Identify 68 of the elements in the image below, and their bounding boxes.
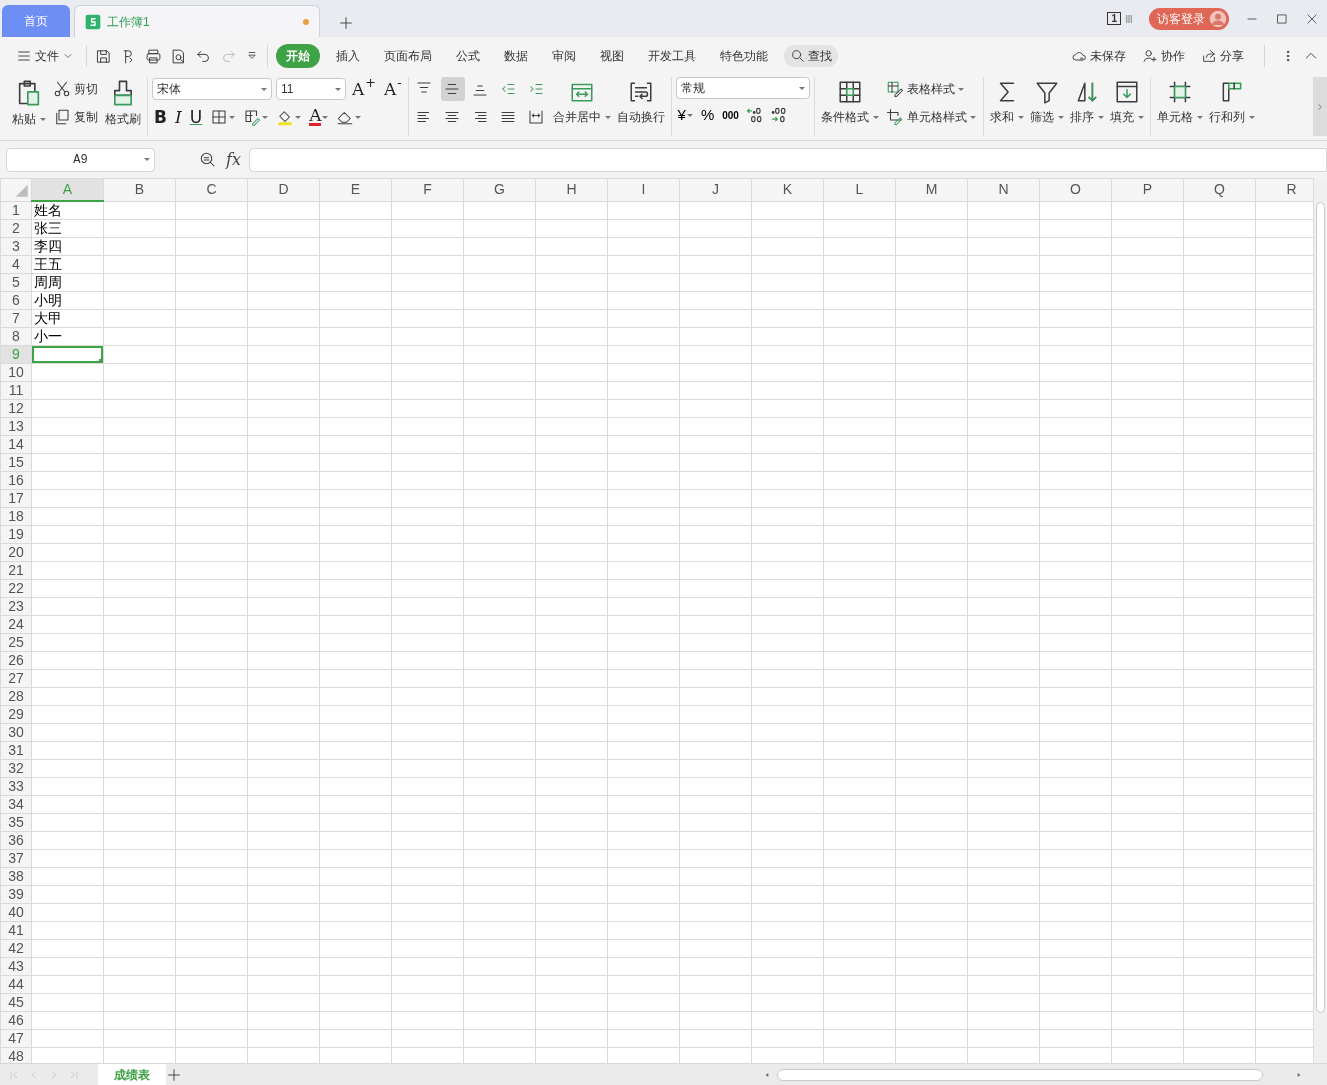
wrap-text-button[interactable]: 自动换行 — [614, 77, 667, 128]
grow-font-button[interactable]: A$^{+}$ — [350, 77, 378, 101]
search-button[interactable]: 查找 — [784, 45, 838, 67]
cell-button[interactable]: 单元格 — [1154, 77, 1205, 128]
sort-button[interactable]: 排序 — [1067, 77, 1106, 128]
number-format-field[interactable]: 常规 — [675, 77, 810, 99]
currency-button[interactable]: ¥ — [675, 103, 695, 127]
percent-button[interactable]: % — [698, 103, 717, 127]
underline-button[interactable]: U — [187, 105, 205, 129]
cell-text: 大甲 — [34, 310, 62, 326]
ribbon-tab[interactable]: 开发工具 — [640, 44, 704, 68]
cell-text: 小一 — [34, 328, 62, 344]
paste-button[interactable]: 粘贴 — [10, 77, 48, 130]
column-header[interactable]: D — [247, 178, 320, 201]
copy-button[interactable]: 复制 — [50, 105, 101, 129]
cell-style-button[interactable]: 单元格样式 — [882, 105, 979, 129]
column-header[interactable]: F — [391, 178, 464, 201]
font-field[interactable]: 宋体 — [152, 78, 272, 100]
format-painter-button[interactable]: 格式刷 — [103, 77, 143, 130]
column-header[interactable]: Q — [1183, 178, 1256, 201]
column-header[interactable]: J — [679, 178, 752, 201]
column-header[interactable]: E — [319, 178, 392, 201]
column-header[interactable]: I — [607, 178, 680, 201]
name-box[interactable]: A9 — [6, 147, 155, 172]
collaborate-button[interactable]: 协作 — [1138, 47, 1189, 65]
ribbon-tab[interactable]: 数据 — [496, 44, 536, 68]
conditional-format-button[interactable]: 条件格式 — [818, 77, 881, 128]
function-button[interactable]: fx — [226, 147, 241, 172]
column-header[interactable]: L — [823, 178, 896, 201]
cell-text: 王五 — [34, 256, 62, 272]
column-header[interactable]: N — [967, 178, 1040, 201]
ribbon-tab[interactable]: 页面布局 — [376, 44, 440, 68]
column-header[interactable]: B — [103, 178, 176, 201]
file-menu[interactable]: 文件 — [12, 47, 78, 65]
fill-button[interactable]: 填充 — [1107, 77, 1146, 128]
merge-center-button[interactable]: 合并居中 — [550, 77, 613, 128]
ribbon-tab[interactable]: 特色功能 — [712, 44, 776, 68]
table-style-button[interactable]: 表格样式 — [882, 77, 979, 101]
shrink-font-button[interactable]: A$^{-}$ — [381, 77, 404, 101]
column-header[interactable]: H — [535, 178, 608, 201]
cut-button[interactable]: 剪切 — [50, 77, 101, 101]
cell-text: 小明 — [34, 292, 62, 308]
window-count[interactable]: 1 — [1107, 12, 1121, 25]
rows-columns-button[interactable]: 行和列 — [1206, 77, 1257, 128]
save-status[interactable]: 未保存 — [1067, 47, 1130, 65]
cell-text: 李四 — [34, 238, 62, 254]
bold-button[interactable]: B — [152, 105, 169, 129]
column-header[interactable]: M — [895, 178, 968, 201]
column-header[interactable]: C — [175, 178, 248, 201]
ribbon-tab[interactable]: 视图 — [592, 44, 632, 68]
cell-text: 周周 — [34, 274, 62, 290]
cell-text: 张三 — [34, 220, 62, 236]
sum-button[interactable]: 求和 — [987, 77, 1026, 128]
ribbon-tab[interactable]: 审阅 — [544, 44, 584, 68]
column-header[interactable]: P — [1111, 178, 1184, 201]
share-button[interactable]: 分享 — [1197, 47, 1248, 65]
filter-button[interactable]: 筛选 — [1027, 77, 1066, 128]
column-header[interactable]: K — [751, 178, 824, 201]
column-header[interactable]: R — [1255, 178, 1313, 201]
ribbon-tab[interactable]: 公式 — [448, 44, 488, 68]
font-color-button[interactable]: A — [307, 105, 331, 129]
thousands-button[interactable]: 000 — [720, 103, 741, 127]
italic-button[interactable]: I — [172, 105, 184, 129]
font-size-field[interactable]: 11 — [276, 78, 346, 100]
cell-text: 姓名 — [34, 202, 62, 218]
column-header[interactable]: G — [463, 178, 536, 201]
column-header[interactable]: O — [1039, 178, 1112, 201]
ribbon-tab[interactable]: 插入 — [328, 44, 368, 68]
